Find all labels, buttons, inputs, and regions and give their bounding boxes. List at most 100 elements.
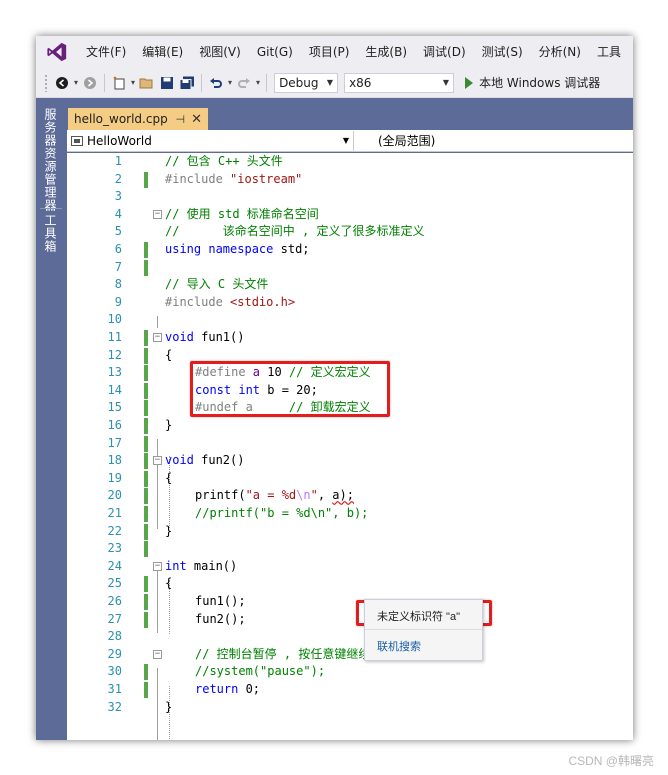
line-number: 30 [107, 664, 122, 679]
menu-file[interactable]: 文件(F) [78, 36, 134, 68]
menu-project[interactable]: 项目(P) [301, 36, 358, 68]
menu-build[interactable]: 生成(B) [357, 36, 415, 68]
undo-icon[interactable] [207, 73, 225, 93]
new-dropdown-icon[interactable]: ▾ [131, 78, 135, 87]
collapse-icon[interactable]: − [153, 456, 162, 466]
line-number: 11 [107, 330, 122, 344]
search-online-link[interactable]: 联机搜索 [377, 638, 421, 654]
save-all-icon[interactable] [178, 73, 196, 93]
code-line: 23 [67, 540, 633, 558]
comment-text: // 包含 C++ 头文件 [165, 154, 283, 168]
back-dropdown-icon[interactable]: ▾ [74, 78, 78, 87]
undo-dropdown-icon[interactable]: ▾ [228, 78, 232, 87]
forward-icon[interactable] [81, 73, 99, 93]
change-marker [144, 453, 148, 470]
change-marker [144, 594, 148, 610]
change-marker [144, 506, 148, 522]
tab-label: hello_world.cpp [74, 112, 168, 126]
back-icon[interactable] [53, 73, 71, 93]
menu-git[interactable]: Git(G) [249, 36, 301, 68]
member-scope-value: (全局范围) [378, 134, 436, 148]
keyword-text: return [195, 682, 239, 696]
side-tool-strip: 服务器资源管理器 工具箱 [36, 98, 67, 740]
code-line: 27 fun2(); [67, 611, 633, 629]
change-marker [144, 470, 148, 487]
code-line: 30 //system("pause"); [67, 663, 633, 681]
close-icon[interactable]: ✕ [191, 112, 202, 127]
menu-edit[interactable]: 编辑(E) [134, 36, 191, 68]
change-marker [144, 382, 148, 399]
server-explorer-tab[interactable]: 服务器资源管理器 [42, 108, 59, 212]
collapse-icon[interactable]: − [153, 209, 162, 219]
change-marker [144, 365, 148, 382]
tab-hello-world-cpp[interactable]: hello_world.cpp ⊣ ✕ [68, 108, 208, 130]
open-folder-icon[interactable] [138, 73, 156, 93]
line-number: 12 [107, 347, 122, 362]
error-message: 未定义标识符 "a" [377, 611, 460, 623]
code-text: } [165, 418, 173, 432]
line-number: 23 [107, 541, 122, 556]
code-line: 8 // 导入 C 头文件 [67, 276, 633, 294]
line-number: 25 [107, 576, 122, 591]
line-number: 19 [107, 470, 122, 485]
comment-text: // 使用 std 标准命名空间 [165, 206, 319, 221]
line-number: 27 [107, 611, 122, 626]
collapse-icon[interactable]: − [153, 649, 162, 659]
quick-info-popup: 未定义标识符 "a" 联机搜索 [364, 599, 483, 661]
line-number: 22 [107, 523, 122, 538]
code-line: 16} [67, 417, 633, 435]
redo-icon[interactable] [235, 73, 253, 93]
line-number: 7 [114, 259, 122, 274]
change-marker [144, 347, 148, 364]
new-project-icon[interactable] [110, 73, 128, 93]
menu-debug[interactable]: 调试(D) [415, 36, 474, 68]
code-text: fun1(); [195, 594, 246, 608]
code-line: 17 [67, 435, 633, 453]
code-line: 10 [67, 311, 633, 329]
save-icon[interactable] [158, 73, 176, 93]
code-text: printf( [195, 488, 246, 503]
highlight-box-macro [190, 361, 390, 417]
line-number: 26 [107, 594, 122, 608]
code-text: 0; [238, 682, 261, 696]
string-text: "a = %d [245, 488, 297, 503]
menu-view[interactable]: 视图(V) [191, 36, 249, 68]
code-text: } [165, 523, 173, 538]
change-marker [144, 435, 148, 452]
line-number: 20 [107, 488, 122, 503]
start-debugging-button[interactable]: 本地 Windows 调试器 [465, 74, 600, 91]
line-number: 14 [107, 382, 122, 397]
code-line: 5 // 该命名空间中 , 定义了很多标准定义 [67, 223, 633, 241]
line-number: 6 [114, 242, 122, 256]
menu-analyze[interactable]: 分析(N) [531, 36, 589, 68]
menu-bar: 文件(F) 编辑(E) 视图(V) Git(G) 项目(P) 生成(B) 调试(… [36, 36, 633, 68]
change-marker [144, 171, 148, 188]
code-line: 32} [67, 699, 633, 717]
escape-text: \n [296, 488, 311, 503]
collapse-icon[interactable]: − [153, 561, 162, 571]
comment-text: // 该命名空间中 , 定义了很多标准定义 [165, 224, 425, 239]
line-number: 31 [107, 682, 122, 696]
line-number: 3 [114, 189, 122, 204]
watermark: CSDN @韩曙亮 [568, 754, 654, 768]
line-number: 13 [107, 365, 122, 380]
collapse-icon[interactable]: − [153, 333, 162, 342]
change-marker [144, 418, 148, 434]
solution-platform-dropdown[interactable]: x86 ▼ [344, 72, 455, 93]
code-line: 29−// 控制台暂停 , 按任意键继续向后执行 [67, 646, 633, 664]
pin-icon[interactable]: ⊣ [176, 113, 186, 126]
solution-configuration-dropdown[interactable]: Debug ▼ [274, 72, 339, 93]
project-scope-dropdown[interactable]: HelloWorld ▼ [67, 130, 354, 151]
toolbox-tab[interactable]: 工具箱 [42, 214, 59, 253]
menu-test[interactable]: 测试(S) [474, 36, 531, 68]
line-number: 16 [107, 418, 122, 432]
visual-studio-logo-icon[interactable] [36, 36, 78, 68]
toolbar-grip[interactable] [44, 73, 48, 92]
start-debugging-label: 本地 Windows 调试器 [479, 76, 601, 90]
menu-tools[interactable]: 工具 [589, 36, 629, 68]
line-number: 4 [114, 206, 122, 221]
member-scope-dropdown[interactable]: (全局范围) [354, 132, 435, 149]
side-tab-separator [40, 208, 62, 209]
code-editor[interactable]: 1 // 包含 C++ 头文件 2 #include "iostream" 3 4 −… [67, 153, 633, 740]
redo-dropdown-icon[interactable]: ▾ [256, 78, 260, 87]
